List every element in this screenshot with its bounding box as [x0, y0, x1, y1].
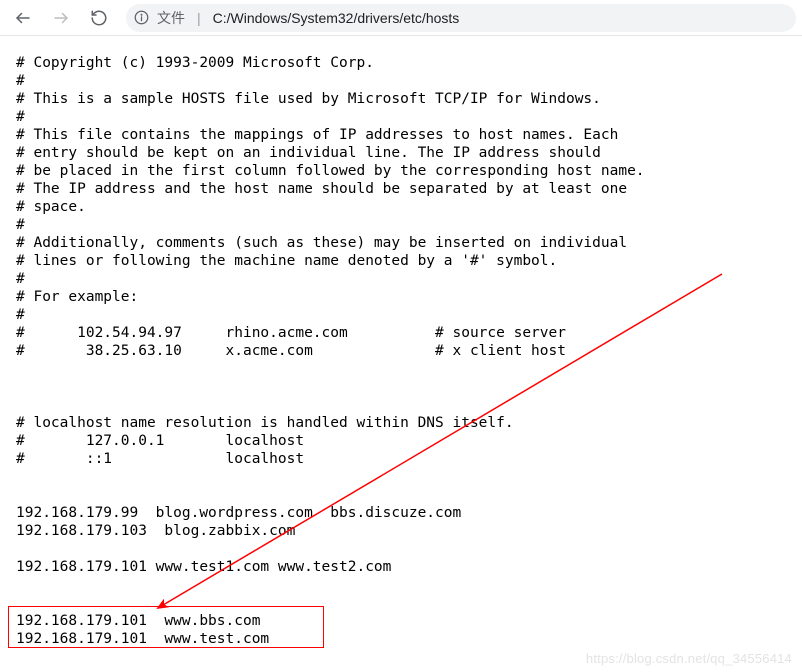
- arrow-left-icon: [14, 9, 32, 27]
- reload-button[interactable]: [82, 3, 116, 33]
- forward-button[interactable]: [44, 3, 78, 33]
- arrow-right-icon: [52, 9, 70, 27]
- browser-toolbar: 文件 | C:/Windows/System32/drivers/etc/hos…: [0, 0, 802, 36]
- url-path: C:/Windows/System32/drivers/etc/hosts: [213, 10, 460, 26]
- site-info-button[interactable]: [134, 10, 149, 25]
- info-icon: [134, 10, 149, 25]
- back-button[interactable]: [6, 3, 40, 33]
- file-content: # Copyright (c) 1993-2009 Microsoft Corp…: [0, 36, 802, 648]
- watermark-text: https://blog.csdn.net/qq_34556414: [586, 651, 792, 666]
- reload-icon: [90, 9, 108, 27]
- url-separator: |: [197, 10, 201, 26]
- address-bar[interactable]: 文件 | C:/Windows/System32/drivers/etc/hos…: [126, 4, 796, 32]
- url-scheme-label: 文件: [157, 8, 185, 28]
